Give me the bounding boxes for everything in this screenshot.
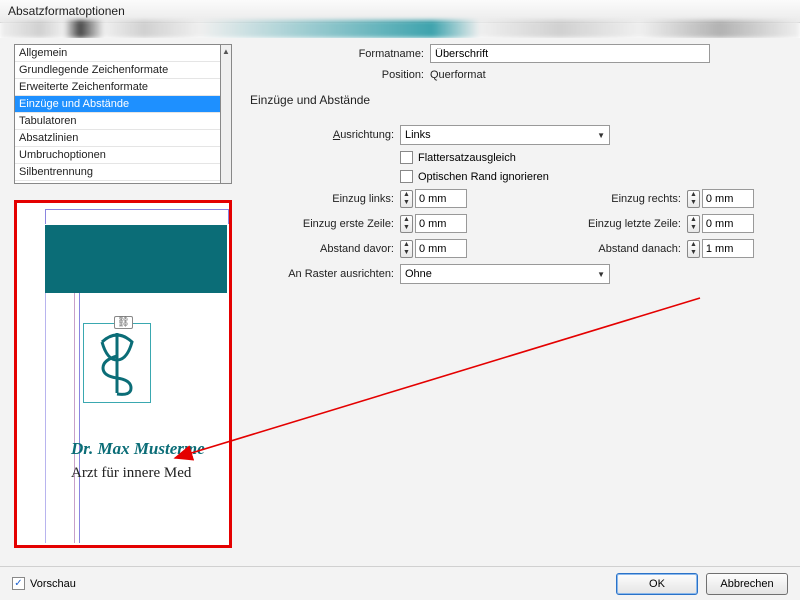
sidebar-item-basic-char[interactable]: Grundlegende Zeichenformate xyxy=(15,62,220,79)
position-value: Querformat xyxy=(430,69,486,81)
optical-margin-checkbox[interactable] xyxy=(400,170,413,183)
scroll-up-icon[interactable]: ▲ xyxy=(221,45,231,57)
last-line-field[interactable]: ▲▼ xyxy=(687,214,754,233)
preview-subheading: Arzt für innere Med xyxy=(71,465,191,482)
indent-right-input[interactable] xyxy=(702,189,754,208)
flattersatz-label: Flattersatzausgleich xyxy=(418,152,516,164)
indent-right-field[interactable]: ▲▼ xyxy=(687,189,754,208)
sidebar: Allgemein Grundlegende Zeichenformate Er… xyxy=(14,44,232,572)
align-to-grid-label: An Raster ausrichten: xyxy=(250,268,400,280)
sidebar-item-hyphenation[interactable]: Silbentrennung xyxy=(15,164,220,181)
sidebar-item-adv-char[interactable]: Erweiterte Zeichenformate xyxy=(15,79,220,96)
preview-heading: Dr. Max Musterme xyxy=(71,439,205,459)
section-title: Einzüge und Abstände xyxy=(250,93,790,107)
last-line-input[interactable] xyxy=(702,214,754,233)
align-to-grid-dropdown[interactable]: Ohne ▼ xyxy=(400,264,610,284)
formatname-label: Formatname: xyxy=(250,48,430,60)
sidebar-item-justification[interactable]: Abstände xyxy=(15,181,220,184)
align-label: usrichtung: xyxy=(340,129,394,141)
last-line-label: Einzug letzte Zeile: xyxy=(577,218,687,230)
category-list[interactable]: Allgemein Grundlegende Zeichenformate Er… xyxy=(14,44,221,184)
preview-logo: ⛓ xyxy=(83,323,151,403)
chevron-down-icon: ▼ xyxy=(597,270,605,279)
sidebar-item-tabs[interactable]: Tabulatoren xyxy=(15,113,220,130)
sidebar-item-indents-spacing[interactable]: Einzüge und Abstände xyxy=(15,96,220,113)
sidebar-item-keep-options[interactable]: Umbruchoptionen xyxy=(15,147,220,164)
sidebar-item-paragraph-rules[interactable]: Absatzlinien xyxy=(15,130,220,147)
indent-right-label: Einzug rechts: xyxy=(577,193,687,205)
preview-label: Vorschau xyxy=(30,578,76,590)
first-line-field[interactable]: ▲▼ xyxy=(400,214,467,233)
space-before-field[interactable]: ▲▼ xyxy=(400,239,467,258)
form-panel: Formatname: Position: Querformat Einzüge… xyxy=(250,44,790,290)
space-before-input[interactable] xyxy=(415,239,467,258)
indent-left-label: Einzug links: xyxy=(250,193,400,205)
preview-header-band xyxy=(45,225,227,293)
ok-button[interactable]: OK xyxy=(616,573,698,595)
sidebar-item-general[interactable]: Allgemein xyxy=(15,45,220,62)
space-after-input[interactable] xyxy=(702,239,754,258)
space-before-label: Abstand davor: xyxy=(250,243,400,255)
cancel-button[interactable]: Abbrechen xyxy=(706,573,788,595)
indent-left-input[interactable] xyxy=(415,189,467,208)
align-to-grid-value: Ohne xyxy=(405,268,432,280)
align-value: Links xyxy=(405,129,431,141)
first-line-input[interactable] xyxy=(415,214,467,233)
position-label: Position: xyxy=(250,69,430,81)
flattersatz-checkbox[interactable] xyxy=(400,151,413,164)
formatname-input[interactable] xyxy=(430,44,710,63)
preview-toggle[interactable]: Vorschau xyxy=(12,577,76,590)
dialog-body: Allgemein Grundlegende Zeichenformate Er… xyxy=(0,38,800,600)
sidebar-scrollbar[interactable]: ▲ xyxy=(221,44,232,184)
space-after-field[interactable]: ▲▼ xyxy=(687,239,754,258)
optical-margin-label: Optischen Rand ignorieren xyxy=(418,171,549,183)
background-blur xyxy=(0,20,800,38)
chevron-down-icon: ▼ xyxy=(597,131,605,140)
link-icon: ⛓ xyxy=(114,316,133,329)
first-line-label: Einzug erste Zeile: xyxy=(250,218,400,230)
dialog-footer: Vorschau OK Abbrechen xyxy=(0,566,800,600)
document-preview: ⛓ Dr. Max Musterme Arzt für innere Med xyxy=(14,200,232,548)
indent-left-field[interactable]: ▲▼ xyxy=(400,189,467,208)
align-dropdown[interactable]: Links ▼ xyxy=(400,125,610,145)
preview-checkbox[interactable] xyxy=(12,577,25,590)
space-after-label: Abstand danach: xyxy=(577,243,687,255)
